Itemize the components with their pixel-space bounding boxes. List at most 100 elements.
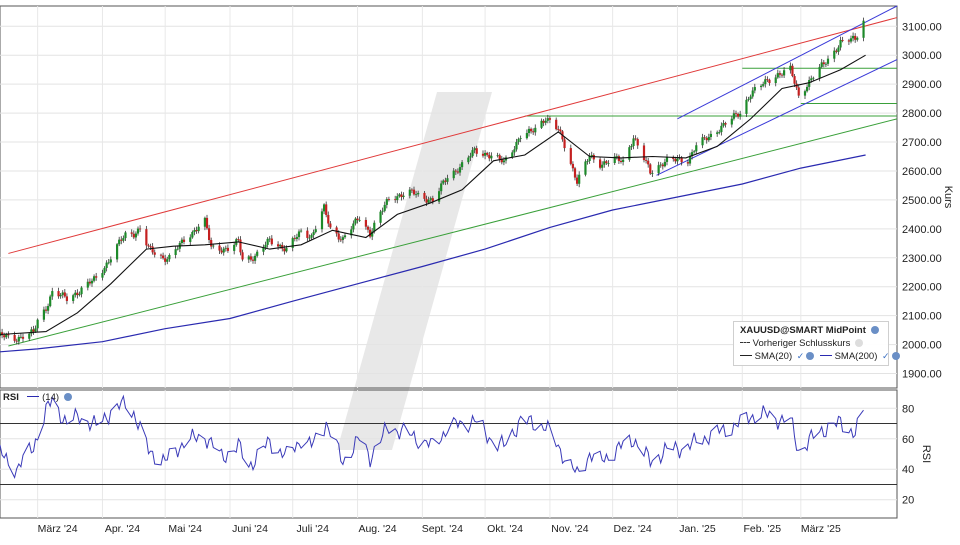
candle-body <box>515 141 518 150</box>
rsi-tick-label: 60 <box>902 434 914 446</box>
candle-body <box>239 239 242 253</box>
candle-body <box>529 128 533 132</box>
candle-body <box>352 223 355 230</box>
x-tick-label: Juli '24 <box>297 523 330 535</box>
legend-sma-row: SMA(20) ✓ SMA(200) ✓ <box>740 351 900 362</box>
candle-body <box>469 156 472 158</box>
candle-body <box>130 232 133 234</box>
candle-body <box>851 35 855 39</box>
candle-body <box>674 159 677 162</box>
candle-body <box>621 159 625 162</box>
candle-body <box>707 137 710 141</box>
toggle-icon[interactable] <box>854 339 863 347</box>
candle-body <box>636 139 639 146</box>
candle-body <box>57 291 60 297</box>
candle-body <box>619 160 623 162</box>
candle-body <box>164 258 167 262</box>
candle-body <box>283 248 286 252</box>
candle-body <box>835 50 838 52</box>
candle-body <box>659 164 662 166</box>
globe-icon[interactable] <box>870 326 879 334</box>
candle-body <box>488 154 491 159</box>
candle-body <box>722 123 725 126</box>
candle-body <box>266 238 269 245</box>
candle-body <box>782 70 786 76</box>
candle-body <box>203 217 207 227</box>
candle-body <box>138 228 142 230</box>
candle-body <box>293 238 296 239</box>
candle-body <box>207 228 211 240</box>
x-tick-label: Okt. '24 <box>487 523 523 535</box>
candle-body <box>575 177 579 184</box>
candle-body <box>778 73 782 75</box>
candle-body <box>776 73 779 78</box>
candle-body <box>822 62 825 65</box>
candle-body <box>105 262 108 268</box>
candle-body <box>161 255 165 259</box>
candle-body <box>517 138 520 142</box>
candle-body <box>584 161 587 175</box>
candle-body <box>607 163 610 164</box>
x-tick-label: Aug. '24 <box>358 523 396 535</box>
candle-body <box>578 174 581 184</box>
candle-body <box>442 180 445 184</box>
candle-body <box>46 306 50 311</box>
candle-body <box>34 328 37 332</box>
price-tick-label: 2200.00 <box>902 282 942 294</box>
candle-body <box>17 336 20 342</box>
candle-body <box>176 248 179 250</box>
rsi-period: (14) <box>42 392 60 403</box>
candle-body <box>222 248 225 253</box>
candle-body <box>103 267 106 274</box>
globe-icon[interactable] <box>63 393 72 401</box>
candle-body <box>661 164 664 167</box>
legend-sma200: SMA(200) <box>834 351 878 362</box>
candle-body <box>168 255 171 260</box>
candle-body <box>312 232 315 236</box>
candle-body <box>749 96 752 100</box>
candle-body <box>839 39 842 48</box>
x-tick-label: Apr. '24 <box>105 523 140 535</box>
candle-body <box>766 79 769 81</box>
candle-body <box>496 155 499 157</box>
candle-body <box>174 249 177 256</box>
candle-body <box>483 152 487 156</box>
candle-body <box>759 85 763 88</box>
candle-body <box>241 252 244 260</box>
candle-body <box>734 113 738 115</box>
candle-body <box>233 244 236 251</box>
rsi-tick-label: 40 <box>902 464 914 476</box>
x-tick-label: Nov. '24 <box>551 523 589 535</box>
x-tick-label: März '25 <box>801 523 841 535</box>
candle-body <box>826 58 830 64</box>
candle-body <box>862 20 865 38</box>
candle-body <box>210 239 213 247</box>
candle-body <box>544 120 547 123</box>
candle-body <box>753 87 756 91</box>
candle-body <box>354 218 357 224</box>
candle-body <box>429 198 432 200</box>
candle-body <box>285 247 288 252</box>
candle-body <box>335 227 338 234</box>
price-tick-label: 2400.00 <box>902 224 942 236</box>
candle-body <box>36 319 39 329</box>
candle-body <box>642 145 646 161</box>
candle-body <box>793 76 796 84</box>
globe-icon[interactable] <box>891 352 900 360</box>
candle-body <box>676 158 679 162</box>
candle-body <box>205 217 209 229</box>
candle-body <box>475 148 478 154</box>
x-tick-label: Sept. '24 <box>422 523 463 535</box>
check-icon[interactable]: ✓ <box>797 351 805 361</box>
candle-body <box>446 178 449 182</box>
candle-body <box>764 79 767 85</box>
check-icon[interactable]: ✓ <box>882 351 890 361</box>
candle-body <box>644 160 648 161</box>
candle-body <box>789 65 792 71</box>
x-tick-label: Jan. '25 <box>679 523 716 535</box>
candle-body <box>440 183 443 192</box>
globe-icon[interactable] <box>806 352 815 360</box>
candle-body <box>481 153 485 156</box>
candle-body <box>854 35 857 40</box>
candle-body <box>122 238 125 241</box>
